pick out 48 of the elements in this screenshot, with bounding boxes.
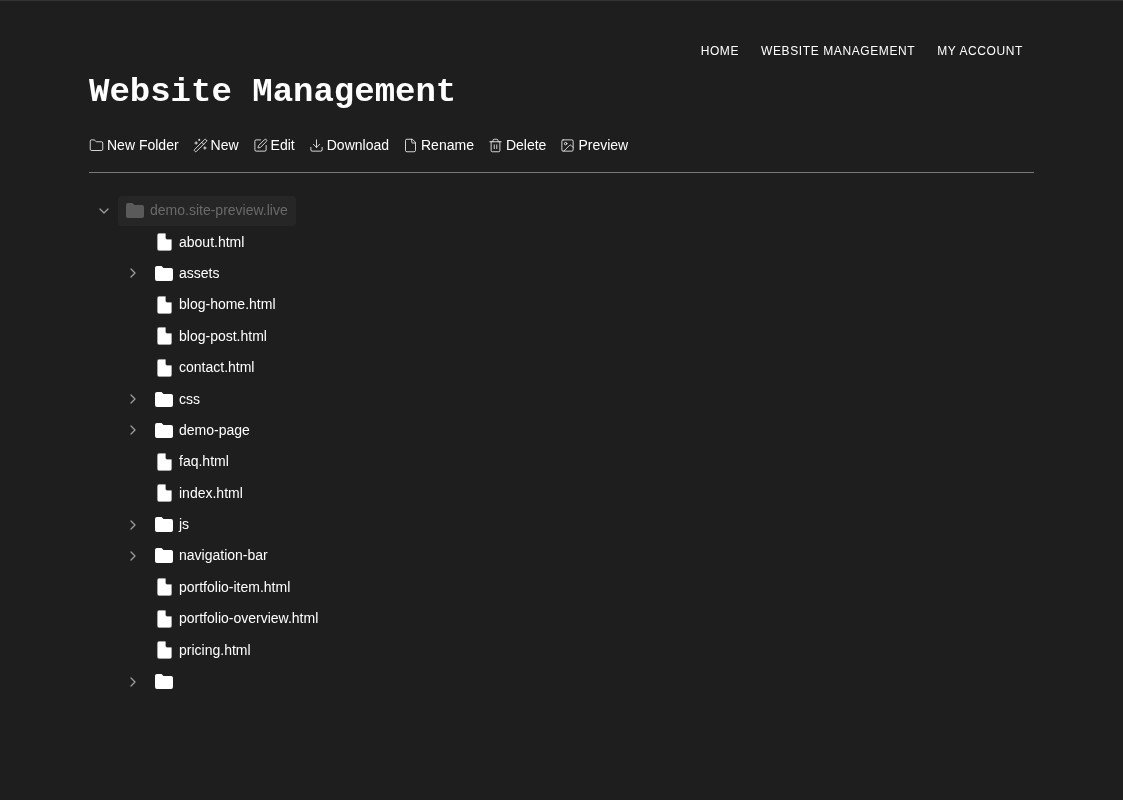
wand-icon (192, 138, 208, 153)
file-icon (156, 484, 172, 503)
page-title: Website Management (89, 72, 458, 109)
file-item[interactable]: portfolio-item.html (147, 572, 299, 603)
toolbar-button[interactable]: New Folder (89, 135, 179, 156)
file-item[interactable]: index.html (147, 478, 251, 509)
folder-item[interactable]: js (147, 509, 198, 540)
folder-icon (89, 138, 104, 153)
image-icon (560, 138, 576, 153)
file-icon (156, 233, 172, 252)
folder-icon (155, 548, 173, 564)
file-item[interactable]: blog-post.html (147, 321, 275, 352)
file-icon (156, 327, 172, 346)
folder-icon (155, 674, 173, 690)
toolbar-button[interactable]: Preview (560, 135, 629, 156)
file-item[interactable]: faq.html (147, 446, 237, 477)
trash-icon (487, 138, 503, 153)
toolbar-button[interactable]: Download (308, 135, 389, 156)
file-icon (156, 358, 172, 377)
toolbar-button[interactable]: Edit (252, 135, 295, 156)
file-item[interactable]: pricing.html (147, 635, 259, 666)
folder-item[interactable]: demo-page (147, 415, 258, 446)
file-item[interactable]: portfolio-overview.html (147, 603, 327, 634)
file-item[interactable]: blog-home.html (147, 289, 284, 320)
edit-icon (252, 138, 268, 153)
nav-link[interactable]: MY ACCOUNT (937, 42, 1023, 71)
toolbar-button[interactable]: Delete (487, 135, 547, 156)
folder-icon (155, 391, 173, 407)
file-item[interactable]: contact.html (147, 352, 263, 383)
file-icon (403, 138, 418, 153)
folder-item[interactable]: css (147, 384, 208, 415)
toolbar-button[interactable]: Rename (403, 135, 474, 156)
folder-icon (126, 203, 144, 219)
folder-icon (155, 422, 173, 438)
folder-item[interactable]: navigation-bar (147, 541, 276, 571)
nav-link[interactable]: WEBSITE MANAGEMENT (761, 42, 916, 71)
nav-link[interactable]: HOME (700, 42, 740, 71)
file-icon (156, 295, 172, 314)
download-icon (308, 138, 324, 153)
folder-item[interactable]: assets (147, 258, 228, 289)
file-icon (156, 578, 172, 597)
folder-icon (155, 265, 173, 281)
file-icon (156, 452, 172, 471)
toolbar-button[interactable]: New (192, 135, 239, 156)
file-icon (156, 609, 172, 628)
file-icon (156, 641, 172, 660)
file-item[interactable]: about.html (147, 227, 253, 258)
folder-icon (155, 517, 173, 533)
